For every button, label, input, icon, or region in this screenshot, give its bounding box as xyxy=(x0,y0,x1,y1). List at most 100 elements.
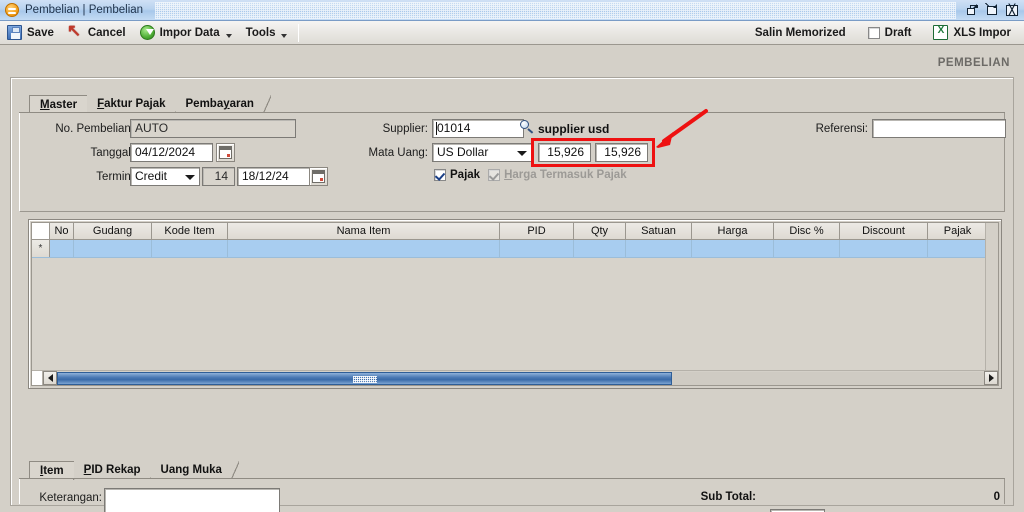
grid-right-strip xyxy=(985,223,998,370)
tab-pid-rekap[interactable]: PID Rekap xyxy=(73,461,158,479)
salin-memorized-button[interactable]: Salin Memorized xyxy=(748,22,853,44)
cancel-button[interactable]: Cancel xyxy=(61,21,133,44)
supplier-name-text: supplier usd xyxy=(538,122,610,136)
cell-nama-item[interactable] xyxy=(228,240,500,257)
save-label: Save xyxy=(27,26,54,39)
rate-input-2[interactable]: 15,926 xyxy=(595,143,648,162)
item-grid-header: No Gudang Kode Item Nama Item PID Qty Sa… xyxy=(32,223,998,240)
top-tab-strip: Master Faktur Pajak Pembayaran xyxy=(29,94,271,114)
chevron-down-icon xyxy=(185,174,195,180)
maximize-window-button[interactable] xyxy=(985,3,1000,18)
referensi-input[interactable] xyxy=(872,119,1006,138)
grid-col-pid[interactable]: PID xyxy=(500,223,574,239)
grid-col-harga[interactable]: Harga xyxy=(692,223,774,239)
harga-termasuk-pajak-label: Harga Termasuk Pajak xyxy=(504,169,627,181)
grid-col-gudang[interactable]: Gudang xyxy=(74,223,152,239)
cell-discount[interactable] xyxy=(840,240,928,257)
supplier-input[interactable]: 01014 xyxy=(432,119,524,138)
termin-type-select[interactable]: Credit xyxy=(130,167,200,186)
tab-pid-rekap-label: PID Rekap xyxy=(83,464,141,476)
chevron-right-icon xyxy=(988,374,994,382)
close-window-button[interactable]: ╳ xyxy=(1005,3,1020,18)
keterangan-textarea[interactable] xyxy=(104,488,280,512)
restore-arrow-icon xyxy=(973,4,977,8)
tanggal-calendar-button[interactable] xyxy=(216,143,235,162)
tab-item[interactable]: Item xyxy=(29,461,81,480)
row-new-marker: * xyxy=(32,240,50,257)
scroll-left-button[interactable] xyxy=(43,371,57,385)
excel-icon xyxy=(933,25,949,40)
scroll-track[interactable] xyxy=(672,371,984,385)
scroll-right-button[interactable] xyxy=(984,371,998,385)
termin-label: Termin: xyxy=(96,171,134,183)
grid-col-qty[interactable]: Qty xyxy=(574,223,626,239)
tab-item-label: Item xyxy=(40,464,64,477)
supplier-label: Supplier: xyxy=(382,123,428,135)
app-logo-icon xyxy=(5,3,19,17)
scroll-thumb[interactable] xyxy=(57,371,672,385)
save-button[interactable]: Save xyxy=(0,22,61,44)
impor-data-button[interactable]: Impor Data xyxy=(133,22,239,44)
tanggal-input[interactable]: 04/12/2024 xyxy=(130,143,213,162)
page-title: PEMBELIAN xyxy=(937,57,1010,69)
tab-pembayaran-label: Pembayaran xyxy=(185,98,254,110)
grid-col-selector xyxy=(32,223,50,239)
cell-disc-pct[interactable] xyxy=(774,240,840,257)
chevron-down-icon xyxy=(281,33,288,38)
grid-horizontal-scrollbar[interactable] xyxy=(32,370,998,385)
main-toolbar: Save Cancel Impor Data Tools Salin Memor… xyxy=(0,21,1024,45)
grid-col-pajak[interactable]: Pajak xyxy=(928,223,988,239)
tab-slant xyxy=(230,461,239,479)
mata-uang-label: Mata Uang: xyxy=(368,147,428,159)
grid-col-kode-item[interactable]: Kode Item xyxy=(152,223,228,239)
grid-col-no[interactable]: No xyxy=(50,223,74,239)
sub-total-label: Sub Total: xyxy=(700,491,756,503)
xls-impor-label: XLS Impor xyxy=(953,26,1011,39)
bottom-panel: Keterangan: Cabang: Surabaya Sub Total: … xyxy=(19,479,1005,512)
grid-col-nama-item[interactable]: Nama Item xyxy=(228,223,500,239)
cell-gudang[interactable] xyxy=(74,240,152,257)
tools-button[interactable]: Tools xyxy=(239,22,295,44)
supplier-search-icon[interactable] xyxy=(520,120,534,134)
tab-master[interactable]: Master xyxy=(29,95,95,114)
referensi-label: Referensi: xyxy=(815,123,868,135)
rate-input-1[interactable]: 15,926 xyxy=(538,143,591,162)
mata-uang-select[interactable]: US Dollar xyxy=(432,143,532,162)
table-row[interactable]: * xyxy=(32,240,998,258)
sub-total-value: 0 xyxy=(993,491,1000,503)
harga-termasuk-pajak-checkbox[interactable] xyxy=(488,169,501,181)
cell-pajak[interactable] xyxy=(928,240,988,257)
calendar-icon xyxy=(312,170,325,183)
cell-no[interactable] xyxy=(50,240,74,257)
pajak-checkbox[interactable] xyxy=(434,169,446,181)
grid-col-satuan[interactable]: Satuan xyxy=(626,223,692,239)
tab-faktur-pajak[interactable]: Faktur Pajak xyxy=(87,95,183,113)
download-circle-icon xyxy=(139,25,155,40)
termin-date-input[interactable]: 18/12/24 xyxy=(237,167,310,186)
main-panel: Master Faktur Pajak Pembayaran No. Pembe… xyxy=(10,77,1014,512)
window-title: Pembelian | Pembelian xyxy=(25,4,144,16)
cell-satuan[interactable] xyxy=(626,240,692,257)
chevron-down-icon xyxy=(517,150,527,156)
tab-uang-muka[interactable]: Uang Muka xyxy=(150,461,239,479)
termin-days-input[interactable]: 14 xyxy=(202,167,235,186)
tab-pembayaran[interactable]: Pembayaran xyxy=(175,95,271,113)
cell-harga[interactable] xyxy=(692,240,774,257)
item-grid: No Gudang Kode Item Nama Item PID Qty Sa… xyxy=(28,219,1002,389)
draft-checkbox[interactable]: Draft xyxy=(861,22,919,44)
draft-checkbox-box[interactable] xyxy=(867,26,880,39)
termin-calendar-button[interactable] xyxy=(309,167,328,186)
grid-col-discount[interactable]: Discount xyxy=(840,223,928,239)
grid-empty-area xyxy=(32,259,998,369)
draft-label: Draft xyxy=(884,26,912,39)
grid-col-disc-pct[interactable]: Disc % xyxy=(774,223,840,239)
item-grid-inner: No Gudang Kode Item Nama Item PID Qty Sa… xyxy=(31,222,999,386)
restore-window-button[interactable] xyxy=(965,3,980,18)
cell-kode-item[interactable] xyxy=(152,240,228,257)
no-pembelian-input[interactable]: AUTO xyxy=(130,119,296,138)
xls-impor-button[interactable]: XLS Impor xyxy=(926,22,1018,44)
keterangan-label: Keterangan: xyxy=(39,492,102,504)
cell-qty[interactable] xyxy=(574,240,626,257)
undo-arrow-icon xyxy=(67,21,83,41)
cell-pid[interactable] xyxy=(500,240,574,257)
